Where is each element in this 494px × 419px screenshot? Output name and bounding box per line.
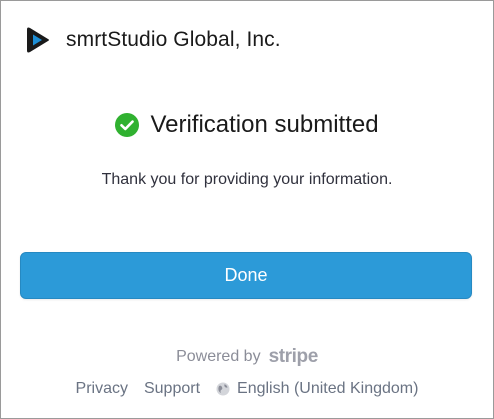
support-link[interactable]: Support (144, 380, 200, 398)
powered-by-label: Powered by (176, 348, 261, 365)
globe-icon (216, 382, 230, 396)
status-title: Verification submitted (150, 111, 379, 138)
status-message: Thank you for providing your information… (101, 171, 393, 188)
privacy-link[interactable]: Privacy (76, 380, 128, 398)
powered-by: Powered by stripe (1, 345, 493, 369)
status-heading: Verification submitted (1, 109, 493, 141)
language-selector[interactable]: English (United Kingdom) (216, 380, 418, 398)
company-name: smrtStudio Global, Inc. (66, 28, 281, 51)
smrtstudio-logo-icon (25, 25, 51, 55)
language-label: English (United Kingdom) (237, 380, 419, 397)
check-circle-icon (115, 113, 140, 137)
stripe-logo[interactable]: stripe (269, 346, 319, 368)
header: smrtStudio Global, Inc. (25, 23, 281, 57)
done-button[interactable]: Done (20, 252, 472, 299)
footer: Privacy Support English (United Kingdom) (1, 377, 493, 401)
verification-dialog: smrtStudio Global, Inc. Verification sub… (0, 0, 494, 419)
